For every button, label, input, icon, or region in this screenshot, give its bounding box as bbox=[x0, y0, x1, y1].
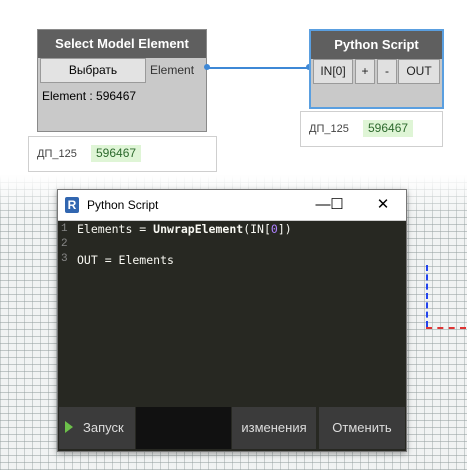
line-number-gutter: 1 2 3 bbox=[58, 221, 75, 405]
add-port-button[interactable]: + bbox=[355, 59, 375, 84]
window-titlebar[interactable]: R Python Script — ☐ ✕ bbox=[58, 190, 406, 221]
output-port-out[interactable]: OUT bbox=[398, 59, 440, 84]
run-button[interactable]: Запуск bbox=[59, 407, 135, 449]
watch-label: ДП_125 bbox=[309, 123, 349, 135]
watch-label: ДП_125 bbox=[37, 148, 77, 160]
remove-port-button[interactable]: - bbox=[377, 59, 397, 84]
cancel-button[interactable]: Отменить bbox=[319, 407, 405, 449]
code-line-1[interactable]: Elements = UnwrapElement(IN[0]) bbox=[77, 222, 292, 236]
line-number: 1 bbox=[61, 223, 68, 235]
play-icon bbox=[65, 421, 73, 433]
python-editor-window[interactable]: R Python Script — ☐ ✕ 1 2 3 Elements = U… bbox=[57, 189, 407, 452]
maximize-icon[interactable]: ☐ bbox=[325, 195, 349, 215]
node-title[interactable]: Python Script bbox=[311, 31, 442, 59]
wire-connector[interactable] bbox=[207, 67, 309, 69]
close-icon[interactable]: ✕ bbox=[371, 195, 395, 215]
select-model-element-node[interactable]: Select Model Element Выбрать Element Ele… bbox=[37, 29, 207, 132]
code-line-3[interactable]: OUT = Elements bbox=[77, 253, 174, 267]
code-editor[interactable]: Elements = UnwrapElement(IN[0]) OUT = El… bbox=[77, 221, 404, 405]
node-output-value: Element : 596467 bbox=[42, 89, 137, 103]
node-title[interactable]: Select Model Element bbox=[38, 30, 206, 58]
select-button[interactable]: Выбрать bbox=[40, 58, 146, 83]
watch-value: 596467 bbox=[363, 120, 414, 137]
input-port-in0[interactable]: IN[0] bbox=[313, 59, 353, 84]
x-axis-line bbox=[426, 327, 466, 329]
line-number: 3 bbox=[61, 253, 68, 265]
run-button-label: Запуск bbox=[83, 420, 124, 435]
window-title: Python Script bbox=[87, 198, 159, 212]
save-changes-button[interactable]: изменения bbox=[232, 407, 316, 449]
output-port-element[interactable]: Element bbox=[150, 63, 194, 77]
python-script-node[interactable]: Python Script IN[0] + - OUT bbox=[309, 29, 444, 109]
python-node-watch: ДП_125 596467 bbox=[300, 111, 443, 147]
button-bar-spacer bbox=[136, 407, 231, 449]
revit-r-icon: R bbox=[65, 197, 79, 213]
z-axis-line bbox=[426, 265, 428, 327]
line-number: 2 bbox=[61, 238, 68, 250]
connector-start-dot bbox=[204, 64, 210, 70]
select-node-watch: ДП_125 596467 bbox=[28, 136, 217, 172]
watch-value: 596467 bbox=[91, 145, 142, 162]
editor-button-bar: Запуск изменения Отменить bbox=[58, 406, 406, 450]
